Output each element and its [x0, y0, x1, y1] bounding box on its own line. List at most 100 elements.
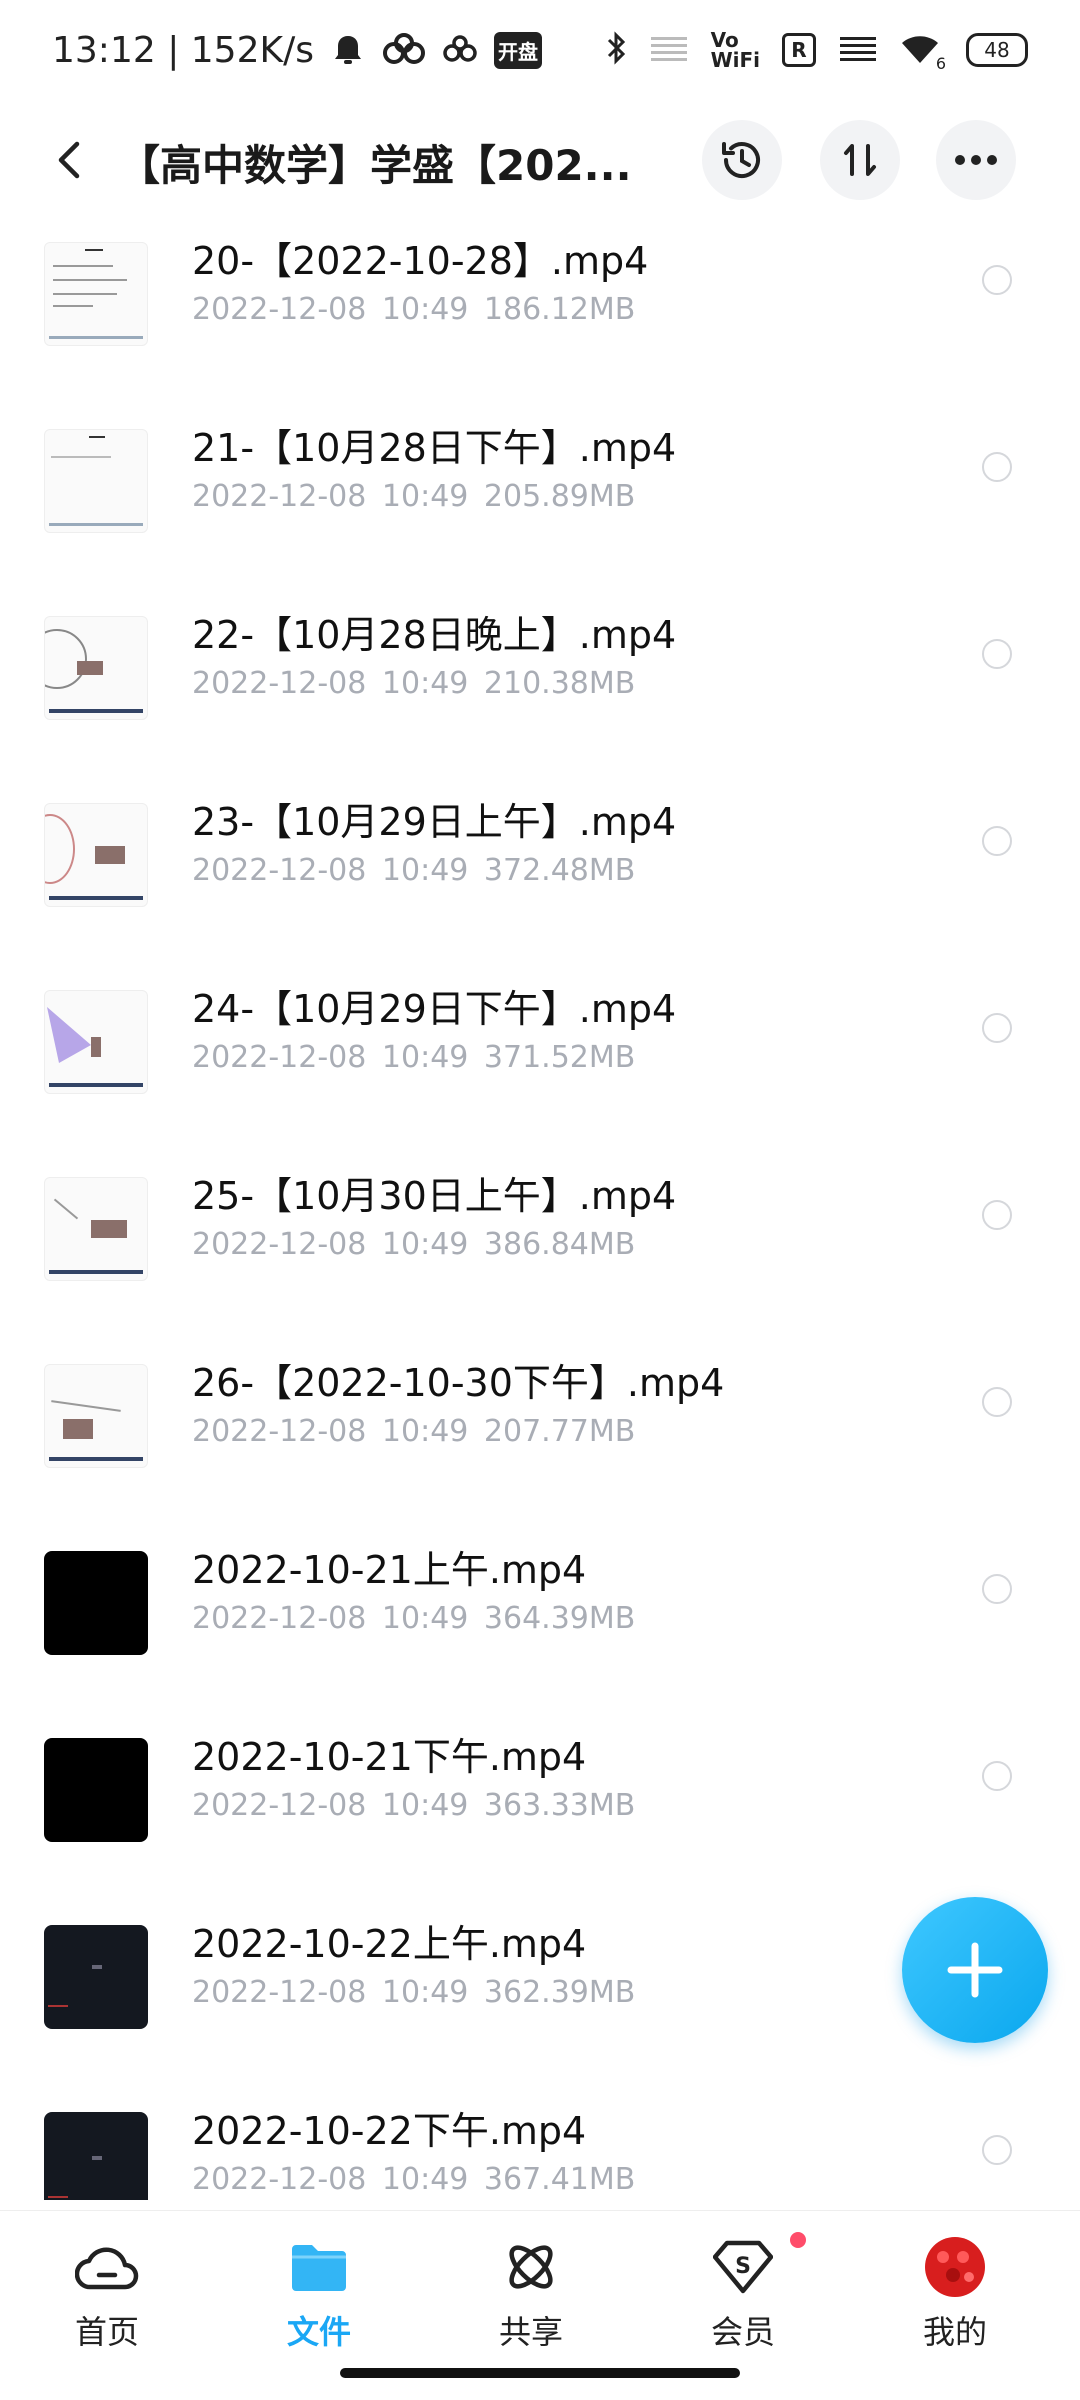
file-meta: 2022-12-08 10:49 186.12MB	[192, 292, 635, 327]
nav-share-label: 共享	[498, 2313, 563, 2351]
video-thumbnail	[44, 429, 148, 533]
back-button[interactable]	[40, 130, 100, 190]
file-list-item[interactable]: 22-【10月28日晚上】.mp4 2022-12-08 10:49 210.3…	[0, 594, 1080, 781]
file-list-item[interactable]: 2022-10-21下午.mp4 2022-12-08 10:49 363.33…	[0, 1716, 1080, 1903]
select-checkbox[interactable]	[982, 265, 1012, 295]
file-name: 25-【10月30日上午】.mp4	[192, 1174, 677, 1218]
cloud-home-icon	[75, 2235, 139, 2299]
folder-title: 【高中数学】学盛【202...	[118, 141, 632, 190]
folder-icon	[287, 2235, 351, 2299]
more-horizontal-icon	[955, 155, 997, 165]
file-time: 10:49	[381, 1601, 469, 1636]
signal-strength-icon	[838, 33, 878, 67]
file-list-item[interactable]: 23-【10月29日上午】.mp4 2022-12-08 10:49 372.4…	[0, 781, 1080, 968]
video-thumbnail	[44, 242, 148, 346]
file-size: 367.41MB	[483, 2162, 636, 2197]
select-checkbox[interactable]	[982, 2135, 1012, 2165]
wifi-standard-label: 6	[935, 54, 946, 73]
nav-share[interactable]: 共享	[456, 2235, 606, 2353]
history-button[interactable]	[702, 120, 782, 200]
file-date: 2022-12-08	[192, 1601, 367, 1636]
nav-files[interactable]: 文件	[244, 2235, 394, 2353]
nav-home[interactable]: 首页	[32, 2235, 182, 2353]
plus-icon	[947, 1942, 1003, 1998]
file-time: 10:49	[381, 1788, 469, 1823]
file-meta: 2022-12-08 10:49 207.77MB	[192, 1414, 635, 1449]
file-date: 2022-12-08	[192, 666, 367, 701]
video-thumbnail	[44, 1738, 148, 1842]
home-indicator	[340, 2368, 740, 2378]
file-name: 2022-10-22上午.mp4	[192, 1922, 587, 1966]
file-time: 10:49	[381, 292, 469, 327]
file-meta: 2022-12-08 10:49 386.84MB	[192, 1227, 635, 1262]
file-size: 363.33MB	[483, 1788, 636, 1823]
sort-icon	[844, 144, 876, 176]
file-size: 371.52MB	[483, 1040, 636, 1075]
file-list-item[interactable]: 25-【10月30日上午】.mp4 2022-12-08 10:49 386.8…	[0, 1155, 1080, 1342]
select-checkbox[interactable]	[982, 1574, 1012, 1604]
video-thumbnail	[44, 1177, 148, 1281]
select-checkbox[interactable]	[982, 452, 1012, 482]
video-thumbnail	[44, 1551, 148, 1655]
file-meta: 2022-12-08 10:49 371.52MB	[192, 1040, 635, 1075]
file-meta: 2022-12-08 10:49 372.48MB	[192, 853, 635, 888]
file-meta: 2022-12-08 10:49 205.89MB	[192, 479, 635, 514]
video-thumbnail	[44, 2112, 148, 2200]
file-list-item[interactable]: 24-【10月29日下午】.mp4 2022-12-08 10:49 371.5…	[0, 968, 1080, 1155]
file-time: 10:49	[381, 1414, 469, 1449]
add-button[interactable]	[902, 1897, 1048, 2043]
select-checkbox[interactable]	[982, 1200, 1012, 1230]
battery-indicator: 48	[966, 33, 1028, 67]
file-list-item[interactable]: 26-【2022-10-30下午】.mp4 2022-12-08 10:49 2…	[0, 1342, 1080, 1529]
kaipan-badge: 开盘	[493, 31, 542, 69]
select-checkbox[interactable]	[982, 1387, 1012, 1417]
file-list-item[interactable]: 2022-10-22下午.mp4 2022-12-08 10:49 367.41…	[0, 2090, 1080, 2200]
file-name: 24-【10月29日下午】.mp4	[192, 987, 677, 1031]
file-time: 10:49	[381, 2162, 469, 2197]
select-checkbox[interactable]	[982, 639, 1012, 669]
baidu-cloud-icon	[382, 30, 426, 70]
file-size: 362.39MB	[483, 1975, 636, 2010]
file-name: 2022-10-22下午.mp4	[192, 2109, 587, 2153]
file-name: 2022-10-21下午.mp4	[192, 1735, 587, 1779]
file-meta: 2022-12-08 10:49 363.33MB	[192, 1788, 635, 1823]
signal-bars-icon	[649, 33, 689, 67]
file-name: 23-【10月29日上午】.mp4	[192, 800, 677, 844]
file-date: 2022-12-08	[192, 853, 367, 888]
vowifi-label: Vo WiFi	[711, 30, 760, 70]
file-time: 10:49	[381, 853, 469, 888]
more-options-button[interactable]	[936, 120, 1016, 200]
nav-member[interactable]: S 会员	[668, 2235, 818, 2353]
file-name: 26-【2022-10-30下午】.mp4	[192, 1361, 725, 1405]
file-size: 364.39MB	[483, 1601, 636, 1636]
file-time: 10:49	[381, 1975, 469, 2010]
file-list-item[interactable]: 2022-10-21上午.mp4 2022-12-08 10:49 364.39…	[0, 1529, 1080, 1716]
sort-button[interactable]	[820, 120, 900, 200]
select-checkbox[interactable]	[982, 826, 1012, 856]
file-list-item[interactable]: 21-【10月28日下午】.mp4 2022-12-08 10:49 205.8…	[0, 407, 1080, 594]
select-checkbox[interactable]	[982, 1761, 1012, 1791]
nav-member-label: 会员	[710, 2313, 775, 2351]
file-name: 2022-10-21上午.mp4	[192, 1548, 587, 1592]
file-meta: 2022-12-08 10:49 364.39MB	[192, 1601, 635, 1636]
file-size: 210.38MB	[483, 666, 636, 701]
file-date: 2022-12-08	[192, 1227, 367, 1262]
file-time: 10:49	[381, 1227, 469, 1262]
video-thumbnail	[44, 990, 148, 1094]
status-bar: 13:12 | 152K/s 开盘 Vo WiFi R 6 48	[0, 0, 1080, 100]
file-size: 372.48MB	[483, 853, 636, 888]
back-arrow-icon	[58, 141, 80, 179]
file-time: 10:49	[381, 479, 469, 514]
file-time: 10:49	[381, 666, 469, 701]
top-app-bar: 【高中数学】学盛【202...	[0, 100, 1080, 220]
file-name: 21-【10月28日下午】.mp4	[192, 426, 677, 470]
file-meta: 2022-12-08 10:49 362.39MB	[192, 1975, 635, 2010]
file-list-item[interactable]: 20-【2022-10-28】.mp4 2022-12-08 10:49 186…	[0, 220, 1080, 407]
roaming-badge: R	[782, 33, 816, 67]
nav-mine[interactable]: 我的	[880, 2235, 1030, 2353]
wifi-text: WiFi	[710, 48, 760, 72]
file-date: 2022-12-08	[192, 2162, 367, 2197]
notification-dot	[790, 2232, 806, 2248]
file-meta: 2022-12-08 10:49 210.38MB	[192, 666, 635, 701]
select-checkbox[interactable]	[982, 1013, 1012, 1043]
